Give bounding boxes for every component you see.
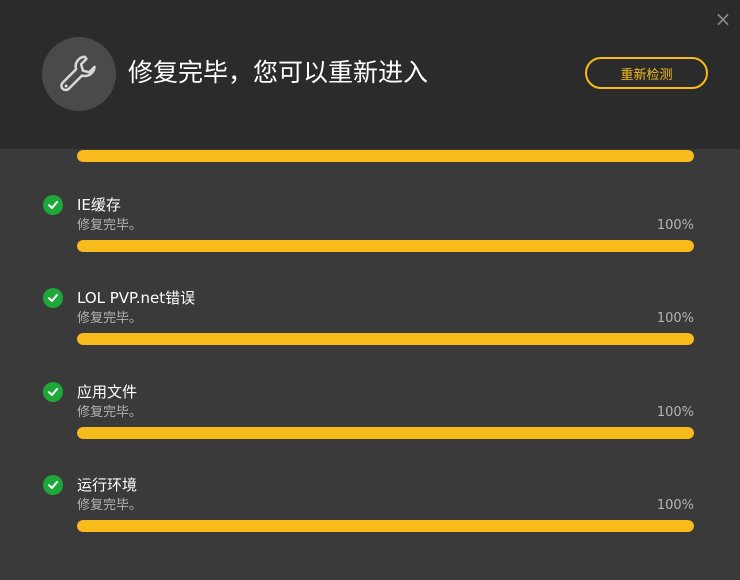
wrench-icon-glyph bbox=[60, 55, 96, 92]
check-icon bbox=[43, 195, 63, 215]
close-button[interactable]: × bbox=[714, 7, 732, 31]
check-icon bbox=[43, 288, 63, 308]
item-percent: 100% bbox=[656, 498, 694, 513]
wrench-icon bbox=[42, 37, 116, 111]
item-title: LOL PVP.net错误 bbox=[77, 289, 196, 307]
progress-fill bbox=[77, 240, 694, 252]
progress-bar bbox=[77, 520, 694, 532]
check-icon-glyph bbox=[48, 201, 58, 209]
top-progress-bar bbox=[77, 150, 694, 162]
list-item: 应用文件 修复完毕。 100% bbox=[0, 382, 740, 462]
check-icon-glyph bbox=[48, 294, 58, 302]
progress-bar bbox=[77, 333, 694, 345]
check-icon-glyph bbox=[48, 388, 58, 396]
item-percent: 100% bbox=[656, 311, 694, 326]
header: × 修复完毕，您可以重新进入 重新检测 bbox=[0, 0, 740, 149]
progress-bar bbox=[77, 240, 694, 252]
progress-fill bbox=[77, 427, 694, 439]
item-title: 运行环境 bbox=[77, 476, 138, 494]
check-icon bbox=[43, 475, 63, 495]
recheck-button[interactable]: 重新检测 bbox=[585, 57, 708, 89]
progress-fill bbox=[77, 333, 694, 345]
check-icon-glyph bbox=[48, 481, 58, 489]
check-icon bbox=[43, 382, 63, 402]
item-percent: 100% bbox=[656, 218, 694, 233]
top-progress-fill bbox=[77, 150, 694, 162]
item-percent: 100% bbox=[656, 405, 694, 420]
progress-bar bbox=[77, 427, 694, 439]
list-item: IE缓存 修复完毕。 100% bbox=[0, 195, 740, 275]
item-status: 修复完毕。 bbox=[77, 311, 143, 326]
item-title: IE缓存 bbox=[77, 196, 121, 214]
list-item: 运行环境 修复完毕。 100% bbox=[0, 475, 740, 555]
page-title: 修复完毕，您可以重新进入 bbox=[128, 58, 429, 87]
progress-fill bbox=[77, 520, 694, 532]
close-icon: × bbox=[714, 7, 732, 31]
repair-window: × 修复完毕，您可以重新进入 重新检测 IE缓存 修复完毕。 100% LOL … bbox=[0, 0, 740, 580]
item-title: 应用文件 bbox=[77, 383, 138, 401]
item-status: 修复完毕。 bbox=[77, 405, 143, 420]
item-status: 修复完毕。 bbox=[77, 498, 143, 513]
list-item: LOL PVP.net错误 修复完毕。 100% bbox=[0, 288, 740, 368]
item-status: 修复完毕。 bbox=[77, 218, 143, 233]
